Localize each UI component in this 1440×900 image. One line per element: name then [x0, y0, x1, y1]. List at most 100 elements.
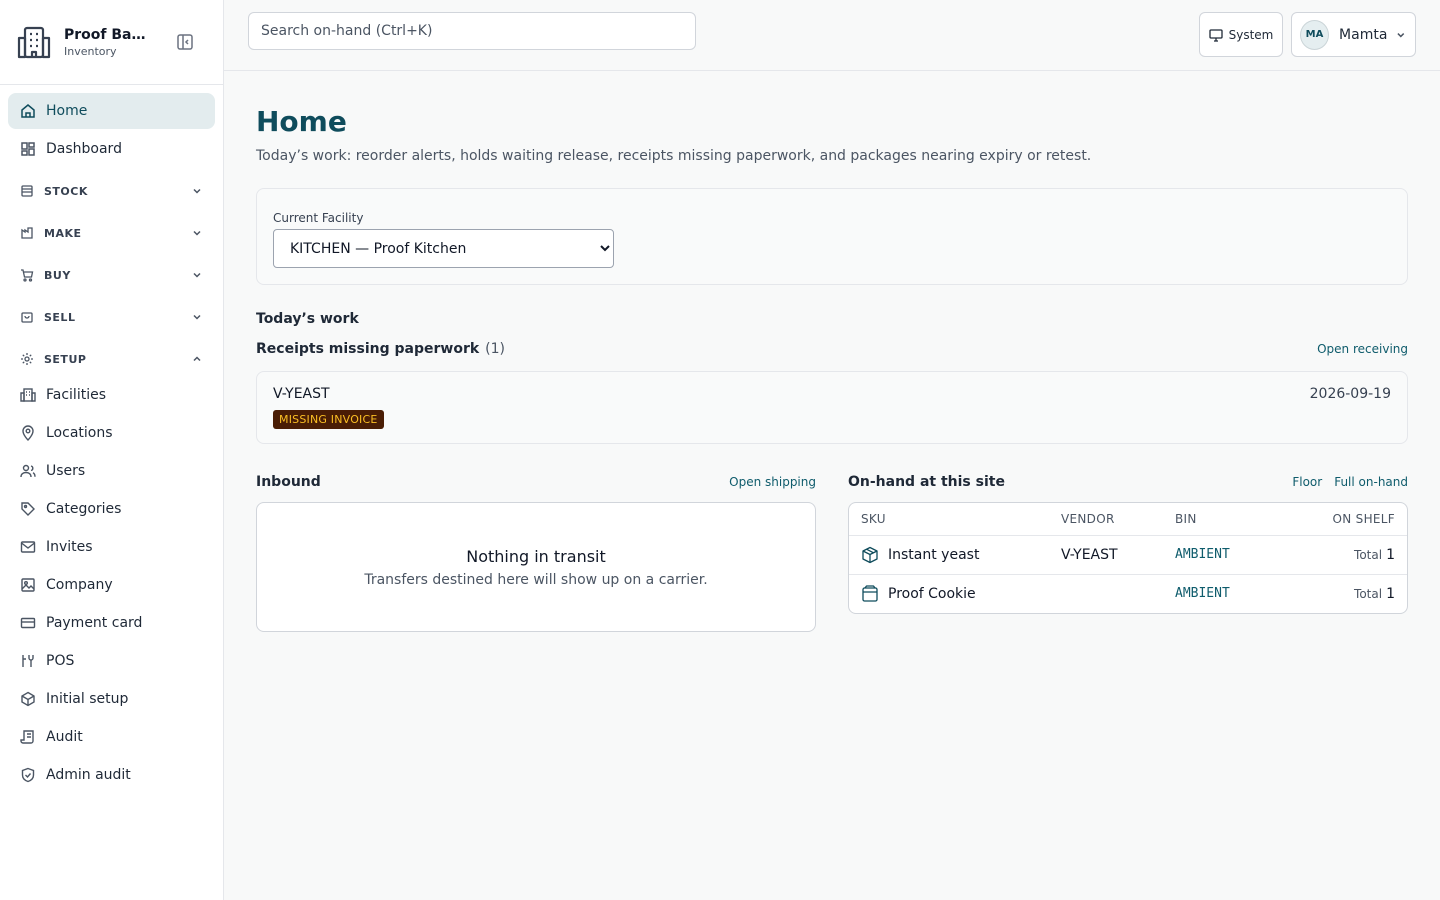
sidebar-item-facilities[interactable]: Facilities [8, 377, 215, 413]
onhand-table: SKU VENDOR BIN ON SHELF Instant yeast V-… [849, 503, 1407, 613]
sidebar-nav: Home Dashboard STOCK MAKE BUY SELL SETUP… [0, 85, 223, 803]
empty-state-subtitle: Transfers destined here will show up on … [364, 571, 708, 588]
users-icon [20, 464, 36, 478]
page-content: Home Today’s work: reorder alerts, holds… [224, 71, 1440, 900]
floor-link[interactable]: Floor [1292, 475, 1322, 489]
sidebar-group-stock[interactable]: STOCK [8, 173, 215, 209]
app-root: Proof Bak... Inventory Home Dashboard ST… [0, 0, 1440, 900]
collapse-sidebar-icon[interactable] [176, 33, 194, 51]
tag-icon [21, 502, 35, 516]
col-on-shelf[interactable]: ON SHELF [1279, 503, 1407, 536]
sidebar-group-buy[interactable]: BUY [8, 257, 215, 293]
col-bin[interactable]: BIN [1163, 503, 1280, 536]
receipts-title: Receipts missing paperwork [256, 341, 480, 357]
chevron-down-icon [193, 230, 201, 236]
user-menu-button[interactable]: MA Mamta [1291, 12, 1416, 57]
sku-name: Instant yeast [888, 546, 980, 563]
table-row[interactable]: Instant yeast V-YEAST AMBIENT Total 1 [849, 535, 1407, 575]
chevron-down-icon [193, 188, 201, 194]
col-sku[interactable]: SKU [849, 503, 1049, 536]
search-input[interactable] [248, 12, 696, 50]
package-icon [862, 546, 878, 563]
facility-select[interactable]: KITCHEN — Proof Kitchen [273, 229, 614, 268]
receipt-vendor: V-YEAST [273, 386, 330, 402]
credit-card-icon [20, 617, 36, 629]
inbound-section: Inbound Open shipping Nothing in transit… [256, 474, 816, 632]
sidebar-item-initial-setup[interactable]: Initial setup [8, 681, 215, 717]
col-vendor[interactable]: VENDOR [1049, 503, 1163, 536]
sidebar-item-label: Locations [46, 425, 113, 441]
sidebar-item-label: Facilities [46, 387, 106, 403]
onhand-section: On-hand at this site Floor Full on-hand … [848, 474, 1408, 632]
sidebar-item-label: Admin audit [46, 767, 131, 783]
theme-label: System [1228, 27, 1274, 42]
sidebar-item-dashboard[interactable]: Dashboard [8, 131, 215, 167]
sidebar: Proof Bak... Inventory Home Dashboard ST… [0, 0, 224, 900]
sidebar-item-label: Dashboard [46, 141, 122, 157]
open-receiving-link[interactable]: Open receiving [1317, 342, 1408, 356]
monitor-icon [1208, 28, 1223, 42]
theme-button[interactable]: System [1199, 12, 1283, 57]
sku-cell: Instant yeast [861, 536, 1037, 574]
sidebar-item-pos[interactable]: POS [8, 643, 215, 679]
gear-icon [21, 353, 33, 365]
chevron-down-icon [193, 272, 201, 278]
user-name: Mamta [1339, 26, 1388, 43]
sidebar-item-company[interactable]: Company [8, 567, 215, 603]
image-icon [21, 578, 35, 592]
receipt-card[interactable]: V-YEAST 2026-09-19 MISSING INVOICE [256, 371, 1408, 444]
sidebar-item-categories[interactable]: Categories [8, 491, 215, 527]
receipt-date: 2026-09-19 [1309, 386, 1391, 402]
building-logo-icon [17, 26, 51, 59]
sidebar-item-label: Initial setup [46, 691, 129, 707]
sidebar-item-admin-audit[interactable]: Admin audit [8, 757, 215, 793]
sidebar-item-label: Categories [46, 501, 122, 517]
sidebar-group-sell[interactable]: SELL [8, 299, 215, 335]
bin-cell: AMBIENT [1175, 586, 1230, 602]
total-label: Total [1354, 586, 1383, 601]
sidebar-item-home[interactable]: Home [8, 93, 215, 129]
home-icon [21, 104, 35, 118]
chevron-down-icon [193, 314, 201, 320]
inbound-empty-card: Nothing in transit Transfers destined he… [256, 502, 816, 632]
sidebar-item-payment-card[interactable]: Payment card [8, 605, 215, 641]
receipts-title-wrap: Receipts missing paperwork (1) [256, 341, 505, 357]
sidebar-group-make[interactable]: MAKE [8, 215, 215, 251]
sidebar-item-label: Payment card [46, 615, 143, 631]
sidebar-group-setup[interactable]: SETUP [8, 341, 215, 377]
mail-icon [20, 541, 36, 553]
page-title: Home [256, 105, 347, 138]
sidebar-item-locations[interactable]: Locations [8, 415, 215, 451]
brand-name: Proof Bak... [64, 26, 152, 43]
onhand-table-card: SKU VENDOR BIN ON SHELF Instant yeast V-… [848, 502, 1408, 614]
table-row[interactable]: Proof Cookie AMBIENT Total 1 [849, 574, 1407, 613]
onhand-title: On-hand at this site [848, 474, 1005, 490]
open-shipping-link[interactable]: Open shipping [729, 475, 816, 489]
onhand-header: On-hand at this site Floor Full on-hand [848, 474, 1408, 490]
table-header-row: SKU VENDOR BIN ON SHELF [849, 503, 1407, 536]
shield-icon [21, 767, 35, 783]
sidebar-group-label: BUY [44, 268, 71, 282]
full-onhand-link[interactable]: Full on-hand [1334, 475, 1408, 489]
lower-panels: Inbound Open shipping Nothing in transit… [256, 474, 1408, 632]
building-icon [20, 388, 36, 402]
sidebar-item-audit[interactable]: Audit [8, 719, 215, 755]
sidebar-item-invites[interactable]: Invites [8, 529, 215, 565]
audit-icon [20, 730, 34, 744]
vendor-cell [1049, 574, 1163, 613]
sku-name: Proof Cookie [888, 585, 976, 602]
sidebar-item-label: Invites [46, 539, 93, 555]
empty-state-title: Nothing in transit [466, 546, 606, 566]
bin-cell: AMBIENT [1163, 535, 1280, 575]
sidebar-item-label: Audit [46, 729, 83, 745]
box-icon [862, 585, 878, 602]
sidebar-item-label: Home [46, 103, 88, 119]
pos-icon [22, 655, 34, 667]
setup-icon [21, 691, 35, 707]
total-value: 1 [1386, 546, 1395, 563]
page-description: Today’s work: reorder alerts, holds wait… [256, 148, 1092, 164]
brand-subtitle: Inventory [64, 44, 117, 58]
make-icon [21, 227, 33, 239]
sidebar-group-label: STOCK [44, 184, 88, 198]
sidebar-item-users[interactable]: Users [8, 453, 215, 489]
